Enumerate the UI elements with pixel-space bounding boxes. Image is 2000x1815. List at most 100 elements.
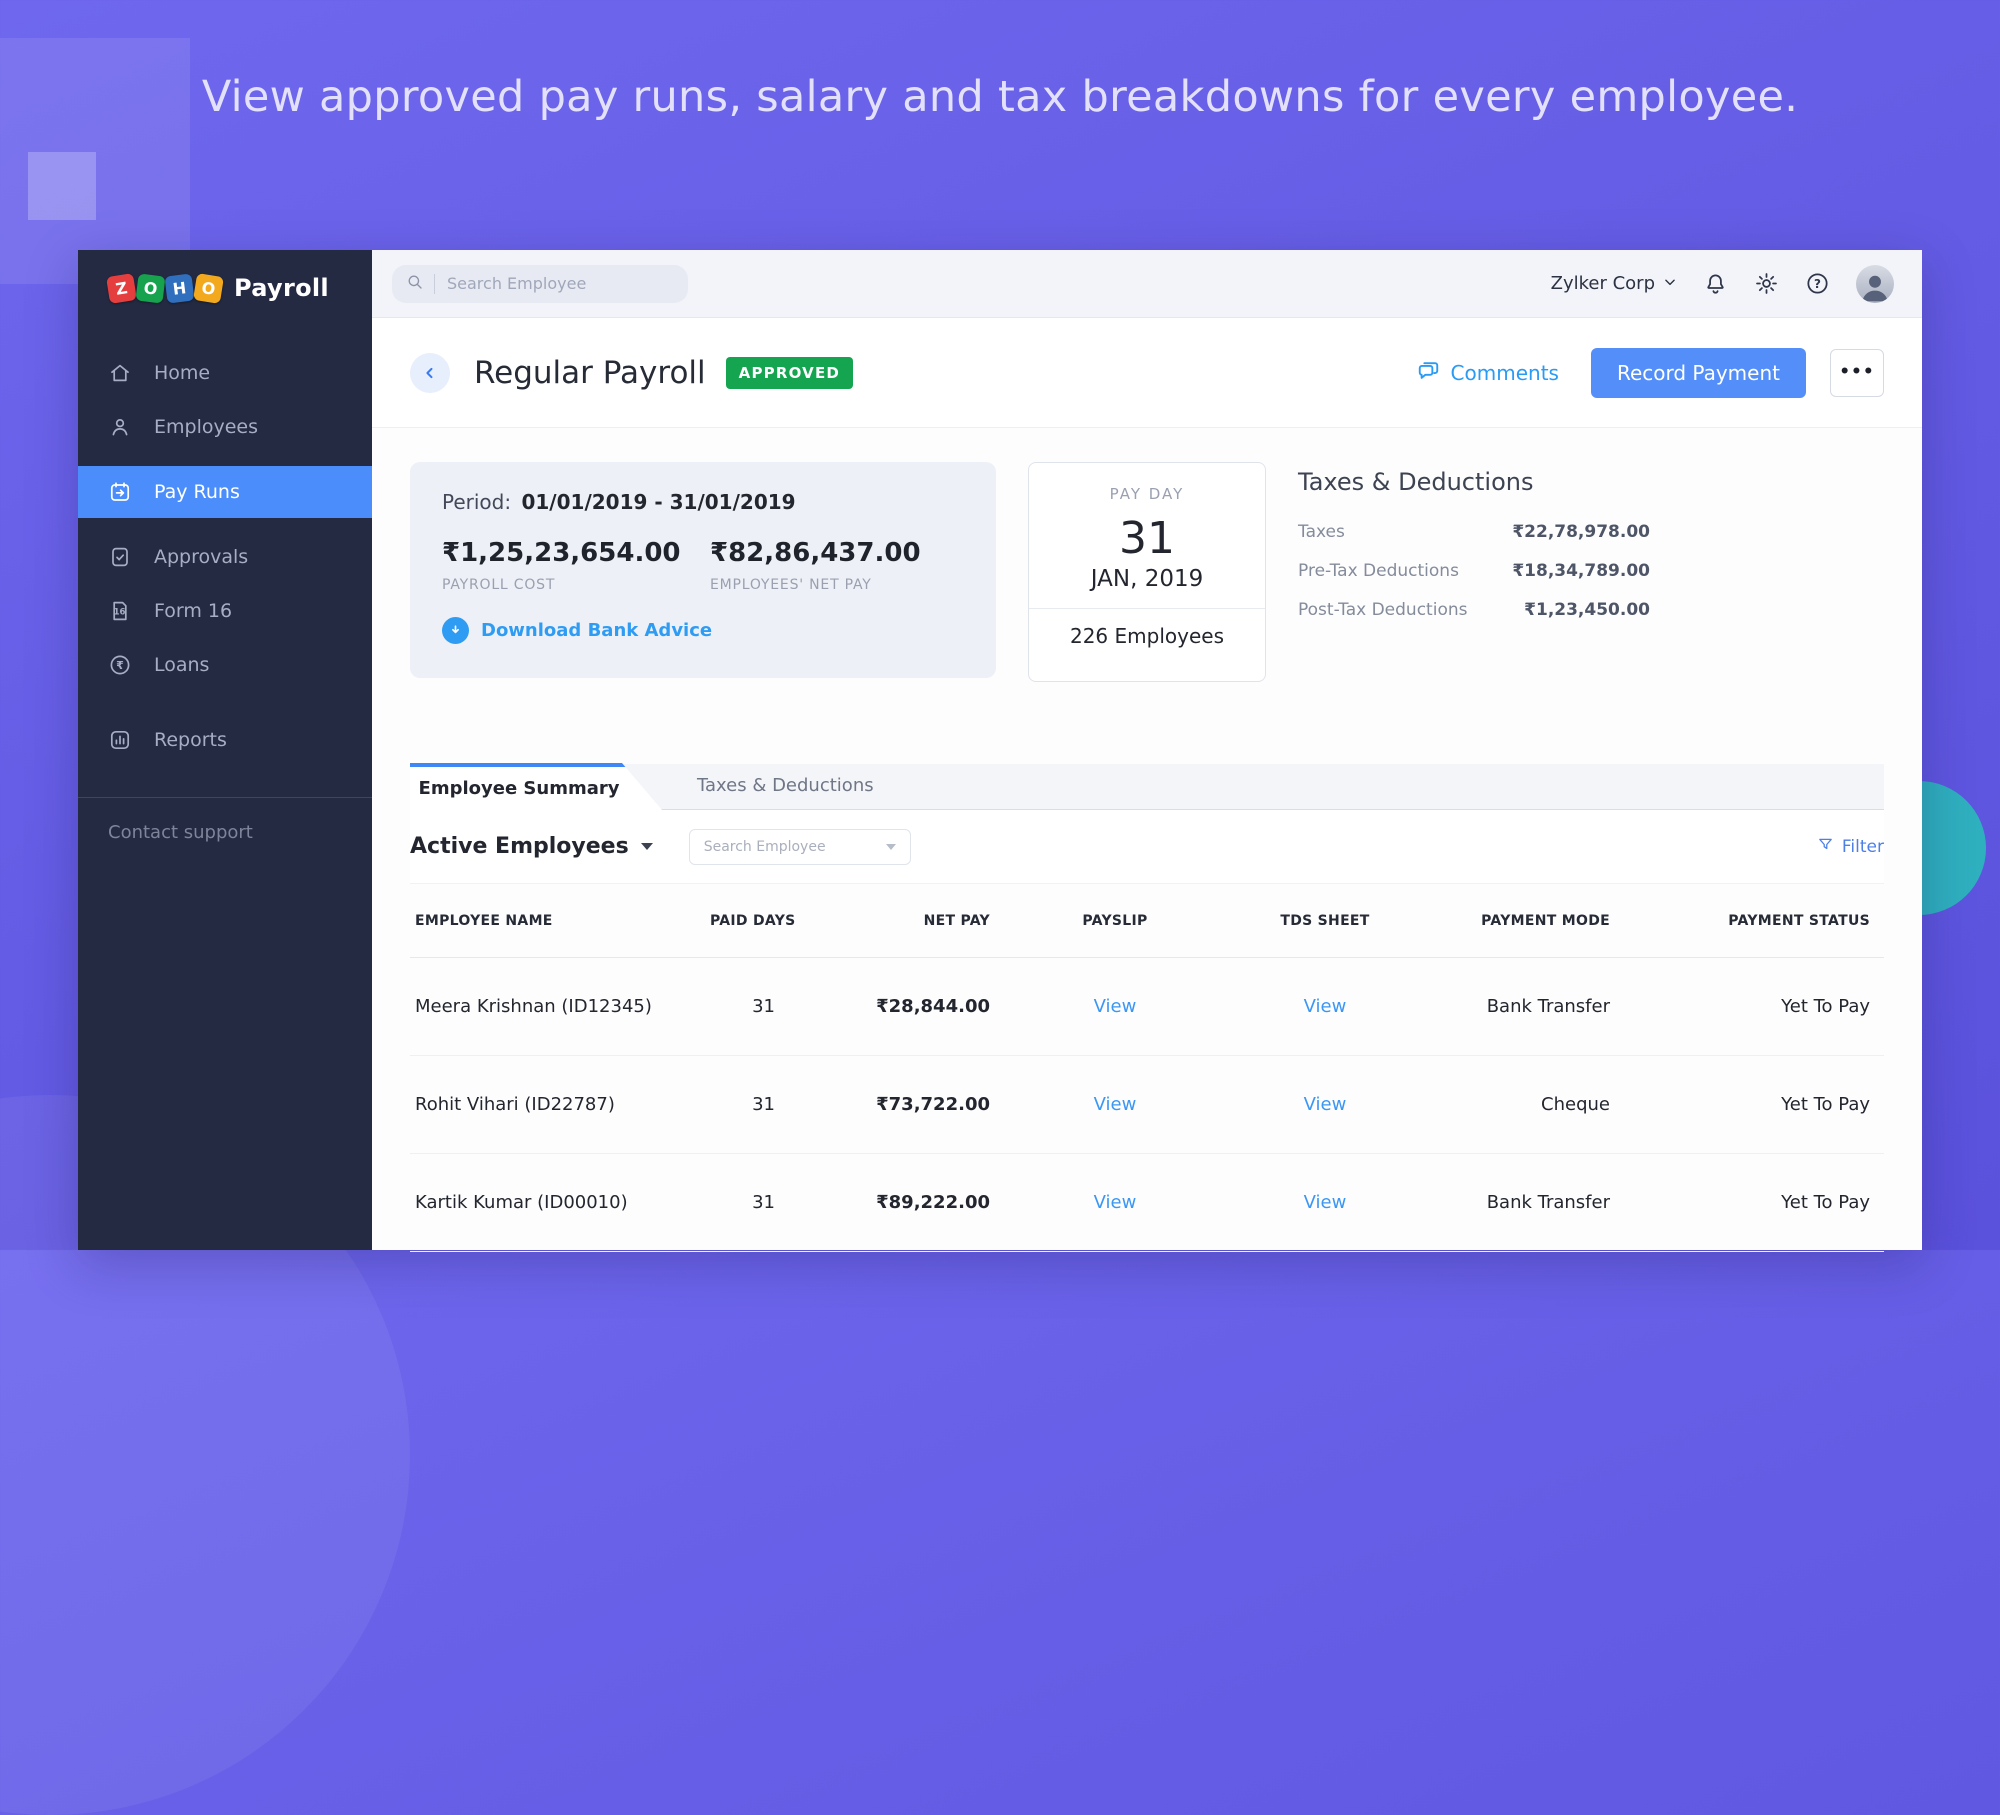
search-icon bbox=[406, 273, 424, 295]
payment-status-cell: Yet To Pay bbox=[1781, 1192, 1870, 1213]
app-window: ZOHO Payroll Home Employees Pay Runs App… bbox=[78, 250, 1922, 1252]
tax-value: ₹22,78,978.00 bbox=[1512, 522, 1650, 542]
download-label: Download Bank Advice bbox=[481, 620, 713, 641]
back-button[interactable] bbox=[410, 352, 450, 393]
payroll-cost-label: PAYROLL COST bbox=[442, 577, 556, 593]
employee-name-cell: Kartik Kumar (ID00010) bbox=[415, 1192, 628, 1213]
net-pay-cell: ₹89,222.00 bbox=[876, 1192, 990, 1213]
product-name: Payroll bbox=[234, 274, 329, 302]
tax-value: ₹18,34,789.00 bbox=[1512, 561, 1650, 581]
tax-label: Pre-Tax Deductions bbox=[1298, 561, 1459, 581]
sidebar-item-employees[interactable]: Employees bbox=[78, 401, 372, 453]
pay-day-card: PAY DAY 31 JAN, 2019 226 Employees bbox=[1028, 462, 1266, 682]
contact-support-link[interactable]: Contact support bbox=[78, 798, 372, 867]
payroll-summary-card: Period: 01/01/2019 - 31/01/2019 ₹1,25,23… bbox=[410, 462, 996, 678]
help-icon[interactable]: ? bbox=[1805, 271, 1830, 296]
zoho-logo-tile: O bbox=[135, 272, 166, 304]
approvals-icon bbox=[108, 545, 132, 569]
sidebar-item-label: Home bbox=[154, 362, 211, 384]
table-header-row: EMPLOYEE NAME PAID DAYS NET PAY PAYSLIP TDS … bbox=[410, 884, 1884, 958]
active-employees-dropdown[interactable]: Active Employees bbox=[410, 834, 653, 859]
sidebar-item-loans[interactable]: ₹ Loans bbox=[78, 639, 372, 691]
column-header-payment-mode: PAYMENT MODE bbox=[1481, 912, 1610, 929]
employee-search-select[interactable]: Search Employee bbox=[688, 828, 911, 865]
payslip-view-link[interactable]: View bbox=[1094, 1192, 1137, 1213]
payment-mode-cell: Cheque bbox=[1541, 1094, 1610, 1115]
tax-row-post-tax-deductions: Post-Tax Deductions ₹1,23,450.00 bbox=[1298, 600, 1650, 620]
tax-row-pre-tax-deductions: Pre-Tax Deductions ₹18,34,789.00 bbox=[1298, 561, 1650, 581]
gear-icon[interactable] bbox=[1754, 271, 1779, 296]
payment-status-cell: Yet To Pay bbox=[1781, 996, 1870, 1017]
payslip-view-link[interactable]: View bbox=[1094, 1094, 1137, 1115]
filter-link[interactable]: Filter bbox=[1817, 836, 1884, 858]
employee-table: EMPLOYEE NAME PAID DAYS NET PAY PAYSLIP TDS … bbox=[410, 884, 1884, 1252]
paid-days-cell: 31 bbox=[752, 996, 775, 1017]
table-row: Meera Krishnan (ID12345) 31 ₹28,844.00 V… bbox=[410, 958, 1884, 1056]
zoho-logo-tile: H bbox=[164, 272, 195, 304]
net-pay-value: ₹82,86,437.00 bbox=[710, 538, 921, 568]
page-header: Regular Payroll APPROVED Comments Record… bbox=[372, 318, 1922, 428]
net-pay: ₹82,86,437.00 EMPLOYEES' NET PAY bbox=[710, 538, 921, 593]
tds-view-link[interactable]: View bbox=[1304, 1192, 1347, 1213]
sidebar: ZOHO Payroll Home Employees Pay Runs App… bbox=[78, 250, 372, 1250]
chevron-down-icon bbox=[1663, 273, 1677, 294]
tab-employee-summary[interactable]: Employee Summary bbox=[410, 763, 662, 810]
svg-text:₹: ₹ bbox=[116, 659, 124, 672]
user-avatar[interactable] bbox=[1856, 264, 1894, 303]
sidebar-item-pay-runs[interactable]: Pay Runs bbox=[78, 466, 372, 518]
pay-day-label: PAY DAY bbox=[1109, 485, 1185, 503]
bell-icon[interactable] bbox=[1703, 271, 1728, 296]
topbar-right: Zylker Corp ? bbox=[1551, 264, 1894, 303]
payslip-view-link[interactable]: View bbox=[1094, 996, 1137, 1017]
record-payment-button[interactable]: Record Payment bbox=[1590, 347, 1806, 398]
sidebar-item-reports[interactable]: Reports bbox=[78, 714, 372, 766]
tds-view-link[interactable]: View bbox=[1304, 1094, 1347, 1115]
sidebar-item-label: Reports bbox=[154, 729, 227, 751]
payment-mode-cell: Bank Transfer bbox=[1486, 1192, 1610, 1213]
comments-label: Comments bbox=[1450, 360, 1559, 385]
sidebar-item-label: Approvals bbox=[154, 546, 249, 568]
tab-taxes-deductions[interactable]: Taxes & Deductions bbox=[662, 763, 874, 809]
header-actions: Comments Record Payment ••• bbox=[1416, 347, 1884, 398]
column-header-payment-status: PAYMENT STATUS bbox=[1728, 912, 1870, 929]
period-label: Period: bbox=[442, 490, 512, 514]
comments-link[interactable]: Comments bbox=[1416, 358, 1559, 388]
search-input[interactable]: Search Employee bbox=[392, 264, 688, 303]
org-name: Zylker Corp bbox=[1550, 273, 1655, 294]
tds-sheet-cell: View bbox=[1240, 1094, 1410, 1115]
table-row: Rohit Vihari (ID22787) 31 ₹73,722.00 Vie… bbox=[410, 1056, 1884, 1154]
payslip-cell: View bbox=[990, 1192, 1240, 1213]
topbar: Search Employee Zylker Corp ? bbox=[372, 250, 1922, 318]
sidebar-item-label: Loans bbox=[154, 654, 210, 676]
period-value: 01/01/2019 - 31/01/2019 bbox=[521, 490, 796, 514]
decorative-square-small bbox=[28, 152, 96, 220]
filter-row: Active Employees Search Employee Filter bbox=[410, 810, 1884, 884]
form16-icon: 16 bbox=[108, 599, 132, 623]
tax-label: Taxes bbox=[1298, 522, 1345, 542]
search-placeholder: Search Employee bbox=[447, 274, 587, 293]
content-area: Period: 01/01/2019 - 31/01/2019 ₹1,25,23… bbox=[372, 428, 1922, 1252]
org-switcher[interactable]: Zylker Corp bbox=[1551, 273, 1677, 294]
net-pay-cell: ₹28,844.00 bbox=[876, 996, 990, 1017]
download-bank-advice-link[interactable]: Download Bank Advice bbox=[442, 617, 964, 644]
more-options-button[interactable]: ••• bbox=[1830, 348, 1884, 397]
pay-day-number: 31 bbox=[1119, 513, 1175, 564]
column-header-payslip: PAYSLIP bbox=[1082, 912, 1148, 929]
payment-mode-cell: Bank Transfer bbox=[1486, 996, 1610, 1017]
sidebar-item-label: Pay Runs bbox=[154, 481, 240, 503]
column-header-tds-sheet: TDS SHEET bbox=[1280, 912, 1370, 929]
payroll-cost-value: ₹1,25,23,654.00 bbox=[442, 538, 681, 568]
tax-value: ₹1,23,450.00 bbox=[1524, 600, 1650, 620]
tax-row-taxes: Taxes ₹22,78,978.00 bbox=[1298, 522, 1650, 542]
tds-view-link[interactable]: View bbox=[1304, 996, 1347, 1017]
svg-text:?: ? bbox=[1814, 277, 1821, 291]
amounts-row: ₹1,25,23,654.00 PAYROLL COST ₹82,86,437.… bbox=[442, 538, 964, 593]
status-badge: APPROVED bbox=[725, 356, 854, 389]
sidebar-item-form-16[interactable]: 16 Form 16 bbox=[78, 585, 372, 637]
sidebar-item-approvals[interactable]: Approvals bbox=[78, 531, 372, 583]
pay-day-month: JAN, 2019 bbox=[1090, 566, 1204, 592]
active-employees-label: Active Employees bbox=[410, 834, 629, 859]
sidebar-item-label: Form 16 bbox=[154, 600, 233, 622]
comments-icon bbox=[1416, 358, 1441, 388]
sidebar-item-home[interactable]: Home bbox=[78, 347, 372, 399]
